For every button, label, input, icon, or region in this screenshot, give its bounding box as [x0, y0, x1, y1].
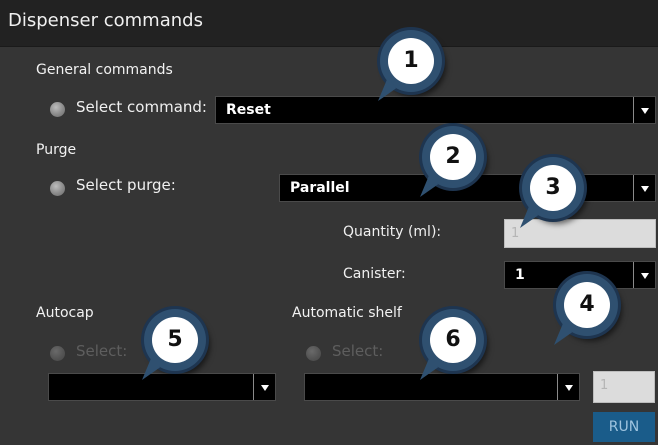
quantity-label: Quantity (ml):: [343, 224, 442, 240]
purge-select-value: Parallel: [290, 180, 350, 196]
chevron-down-icon[interactable]: [633, 97, 655, 123]
quantity-input-value: 1: [511, 226, 520, 241]
callout-number: 5: [152, 317, 198, 363]
command-select[interactable]: Reset: [215, 96, 656, 124]
automatic-shelf-radio[interactable]: [306, 346, 321, 361]
callout-badge-4: 4: [545, 274, 618, 346]
title-bar: Dispenser commands: [0, 0, 658, 47]
callout-badge-3: 3: [511, 157, 584, 229]
general-command-radio[interactable]: [50, 102, 65, 117]
general-commands-label: General commands: [36, 62, 173, 78]
quantity-input[interactable]: 1: [504, 219, 656, 248]
select-command-label: Select command:: [76, 98, 207, 116]
shelf-number-value: 1: [600, 378, 609, 393]
callout-badge-1: 1: [369, 30, 442, 102]
callout-badge-5: 5: [133, 309, 206, 381]
callout-number: 3: [530, 165, 576, 211]
callout-number: 2: [430, 134, 476, 180]
callout-badge-2: 2: [411, 126, 484, 198]
purge-label: Purge: [36, 142, 77, 158]
select-purge-label: Select purge:: [76, 176, 176, 194]
command-select-value: Reset: [226, 102, 271, 118]
callout-badge-6: 6: [411, 309, 484, 381]
autocap-select-label: Select:: [76, 342, 128, 360]
automatic-shelf-select-label: Select:: [332, 342, 384, 360]
callout-number: 1: [388, 38, 434, 84]
run-button[interactable]: RUN: [593, 412, 655, 442]
autocap-radio[interactable]: [50, 346, 65, 361]
automatic-shelf-select[interactable]: [304, 373, 580, 401]
callout-number: 6: [430, 317, 476, 363]
chevron-down-icon[interactable]: [633, 175, 655, 201]
chevron-down-icon[interactable]: [633, 262, 655, 288]
automatic-shelf-label: Automatic shelf: [292, 305, 402, 321]
autocap-select[interactable]: [48, 373, 276, 401]
window-title: Dispenser commands: [8, 10, 203, 31]
canister-select-value: 1: [515, 267, 525, 283]
purge-radio[interactable]: [50, 181, 65, 196]
callout-number: 4: [564, 282, 610, 328]
canister-label: Canister:: [343, 266, 406, 282]
chevron-down-icon[interactable]: [557, 374, 579, 400]
chevron-down-icon[interactable]: [253, 374, 275, 400]
dispenser-commands-panel: Dispenser commands General commands Sele…: [0, 0, 658, 445]
shelf-number-input[interactable]: 1: [593, 371, 655, 403]
autocap-label: Autocap: [36, 305, 94, 321]
